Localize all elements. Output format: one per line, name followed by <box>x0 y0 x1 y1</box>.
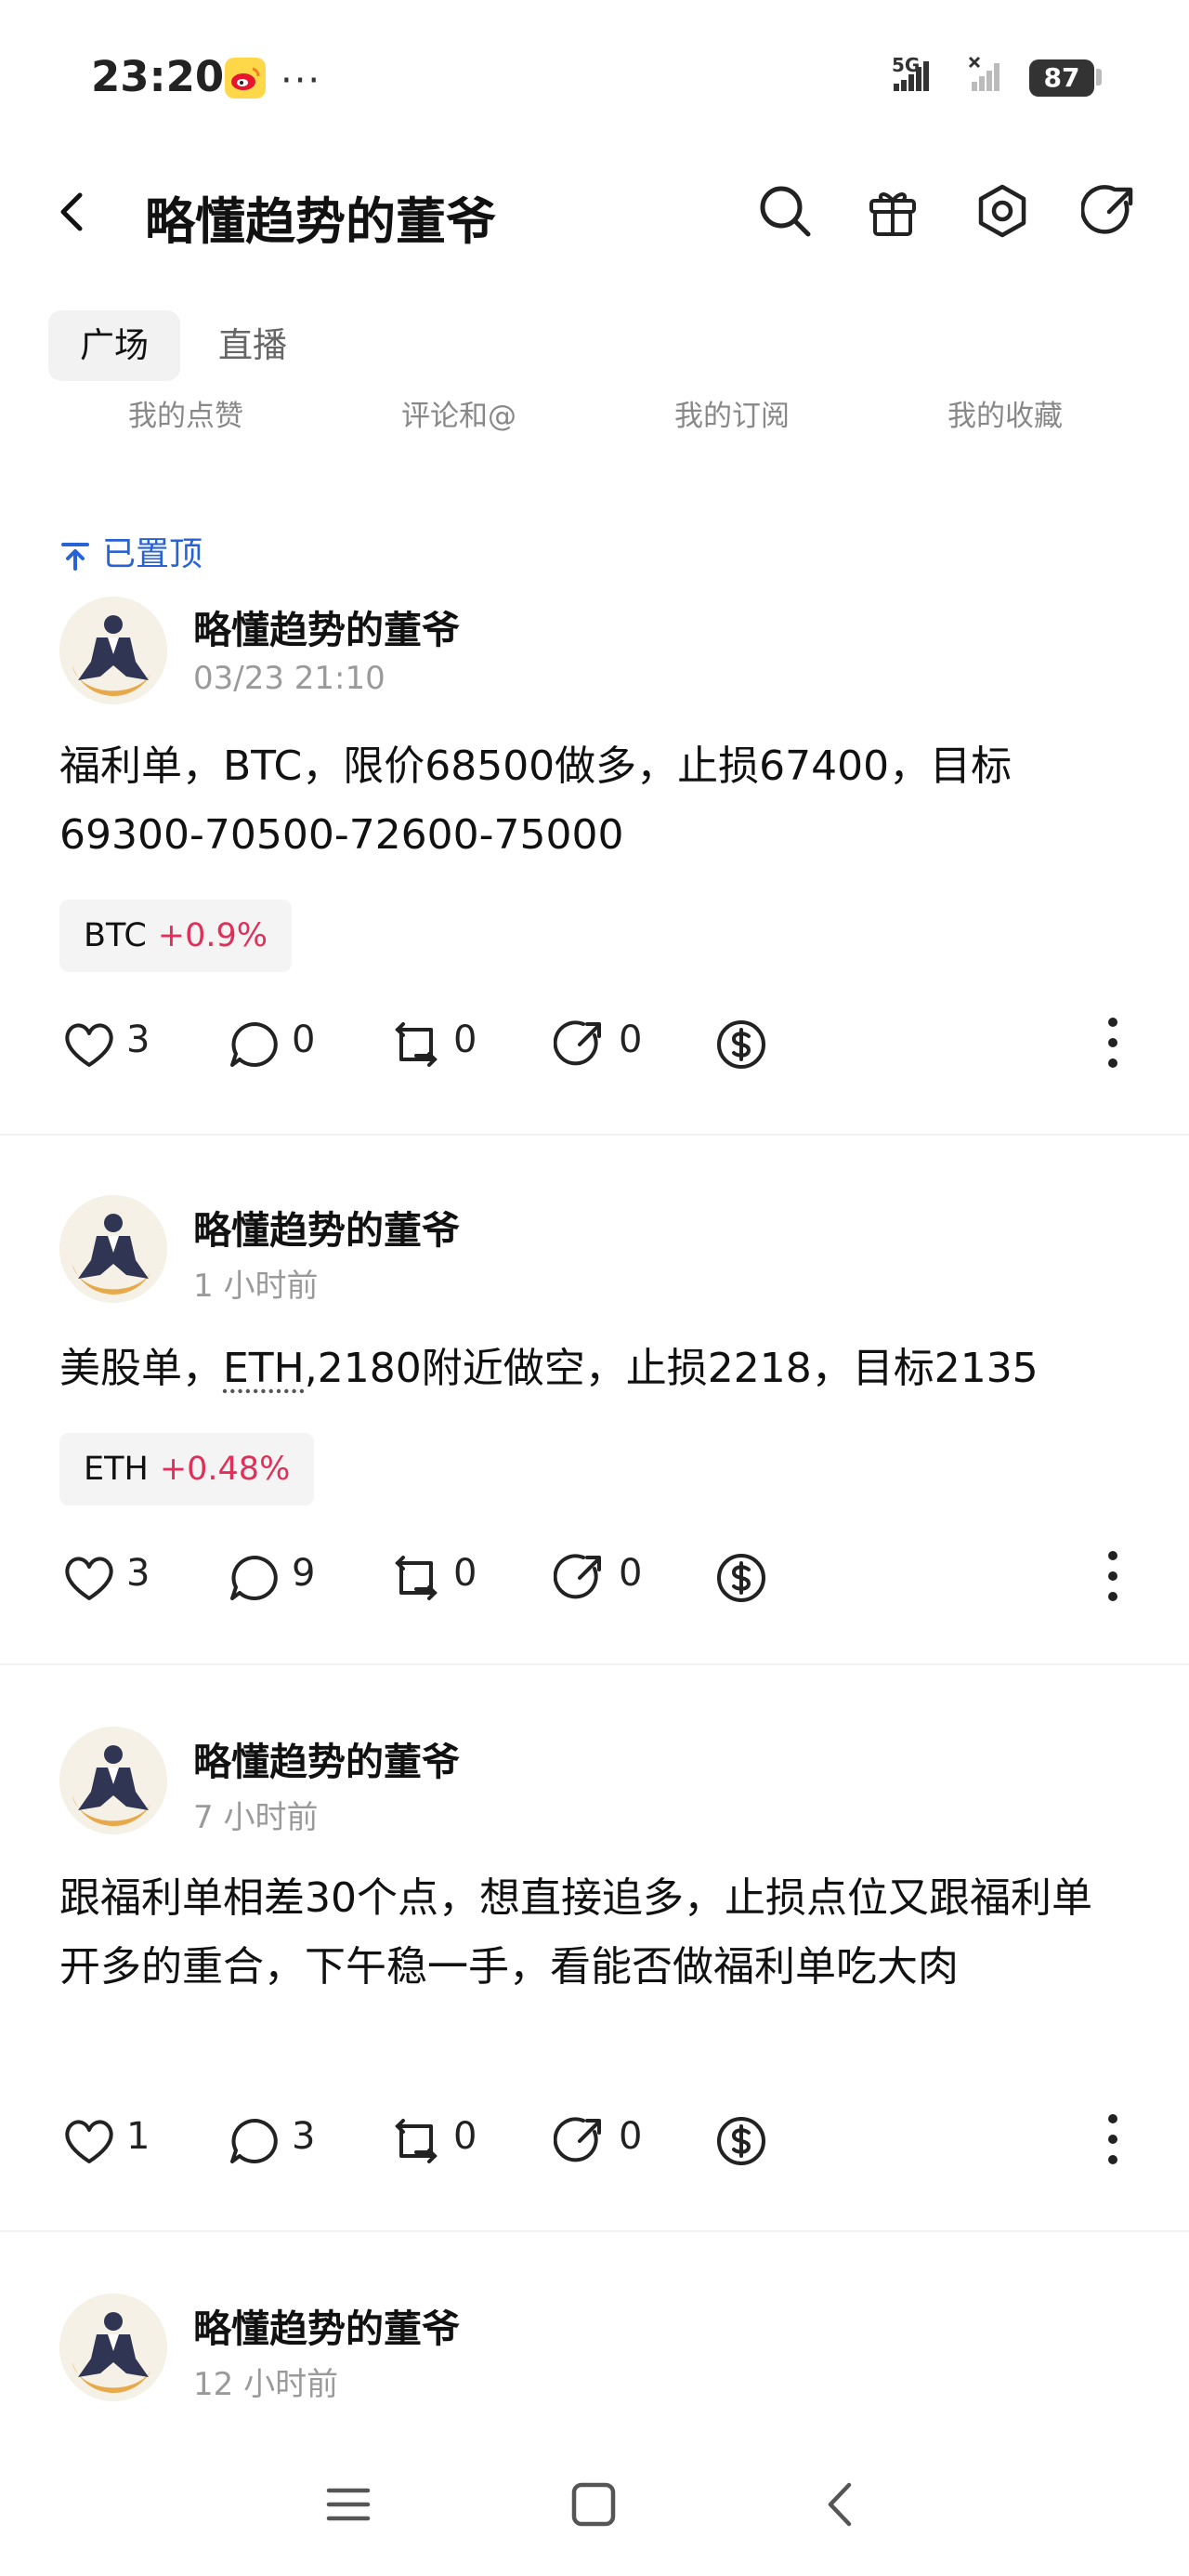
share-icon <box>554 2117 601 2162</box>
more-notifications-icon: ··· <box>281 59 322 102</box>
divider <box>0 2230 1189 2232</box>
author-name[interactable]: 略懂趋势的董爷 <box>193 1730 460 1786</box>
like-count: 1 <box>126 2115 150 2158</box>
like-count: 3 <box>126 1552 150 1595</box>
repost-icon <box>395 2119 438 2163</box>
system-nav-bar <box>0 2453 1189 2556</box>
tab-square[interactable]: 广场 <box>48 310 180 381</box>
menu-button[interactable] <box>325 2481 372 2528</box>
system-back-button[interactable] <box>821 2481 858 2528</box>
tag-symbol: ETH <box>84 1451 149 1488</box>
repost-count: 0 <box>453 1019 477 1061</box>
coin-tag-eth[interactable]: ETH +0.48% <box>59 1433 315 1505</box>
pin-top-icon <box>61 543 89 571</box>
battery-level: 87 <box>1029 59 1094 97</box>
tag-symbol: BTC <box>84 917 147 954</box>
comment-count: 3 <box>292 2115 316 2158</box>
repost-count: 0 <box>453 2115 477 2158</box>
status-time: 23:20 <box>91 52 225 101</box>
share-icon <box>1081 185 1133 234</box>
home-square-icon <box>571 2482 616 2527</box>
search-button[interactable] <box>756 182 814 240</box>
divider <box>0 1134 1189 1136</box>
nav-my-subscriptions[interactable]: 我的订阅 <box>621 392 843 434</box>
nav-my-likes[interactable]: 我的点赞 <box>74 392 297 434</box>
dollar-coin-icon <box>717 2117 765 2165</box>
author-name[interactable]: 略懂趋势的董爷 <box>193 2297 460 2353</box>
settings-hexagon-icon <box>978 184 1026 238</box>
signal-no-service-icon <box>966 54 1018 99</box>
more-options-button[interactable] <box>1105 1548 1120 1604</box>
search-icon <box>760 186 811 237</box>
menu-icon <box>326 2488 371 2521</box>
share-count: 0 <box>619 1019 643 1061</box>
heart-icon <box>65 1023 113 1067</box>
post-time: 12 小时前 <box>193 2366 339 2403</box>
comment-icon <box>230 1556 278 1600</box>
avatar[interactable] <box>59 2293 167 2401</box>
tab-live[interactable]: 直播 <box>197 310 308 381</box>
more-vertical-icon <box>1108 1551 1117 1601</box>
post-actions: 3 0 0 0 <box>0 1011 1189 1076</box>
dollar-coin-icon <box>717 1554 765 1602</box>
content-text: ,2180附近做空，止损2218，目标2135 <box>304 1345 1039 1392</box>
heart-icon <box>65 2120 113 2163</box>
back-button[interactable] <box>52 186 93 238</box>
post-content[interactable]: 跟福利单相差30个点，想直接追多，止损点位又跟福利单开多的重合，下午稳一手，看能… <box>59 1864 1128 2002</box>
back-triangle-icon <box>828 2482 852 2527</box>
more-vertical-icon <box>1108 1018 1117 1068</box>
share-count: 0 <box>619 1552 643 1595</box>
repost-count: 0 <box>453 1552 477 1595</box>
avatar[interactable] <box>59 1727 167 1834</box>
post-content[interactable]: 福利单，BTC，限价68500做多，止损67400，目标69300-70500-… <box>59 732 1128 870</box>
share-count: 0 <box>619 2115 643 2158</box>
author-name[interactable]: 略懂趋势的董爷 <box>193 598 460 654</box>
tag-change: +0.48% <box>159 1451 291 1488</box>
battery-tip <box>1096 69 1102 85</box>
dollar-coin-icon <box>717 1020 765 1069</box>
weibo-app-icon <box>225 58 266 99</box>
signal-strength-icon <box>894 54 959 99</box>
app-header: 略懂趋势的董爷 <box>0 167 1189 251</box>
comment-count: 0 <box>292 1019 316 1061</box>
settings-button[interactable] <box>973 182 1031 240</box>
nav-comments-mentions[interactable]: 评论和@ <box>347 392 570 434</box>
share-button[interactable] <box>1081 182 1139 240</box>
more-options-button[interactable] <box>1105 2111 1120 2167</box>
page-title: 略懂趋势的董爷 <box>145 192 496 251</box>
status-bar: 23:20 ··· 5G 87 <box>0 0 1189 139</box>
repost-icon <box>395 1556 438 1600</box>
comment-icon <box>230 2119 278 2163</box>
gift-button[interactable] <box>864 182 921 240</box>
avatar[interactable] <box>59 597 167 704</box>
avatar[interactable] <box>59 1195 167 1303</box>
divider <box>0 1663 1189 1665</box>
more-options-button[interactable] <box>1105 1015 1120 1071</box>
post-time: 03/23 21:10 <box>193 660 385 697</box>
like-count: 3 <box>126 1019 150 1061</box>
content-text: 美股单， <box>59 1345 223 1392</box>
author-name[interactable]: 略懂趋势的董爷 <box>193 1199 460 1255</box>
home-button[interactable] <box>570 2481 617 2528</box>
comment-icon <box>230 1022 278 1067</box>
share-icon <box>554 1554 601 1599</box>
more-vertical-icon <box>1108 2114 1117 2164</box>
heart-icon <box>65 1557 113 1600</box>
post-time: 1 小时前 <box>193 1268 319 1305</box>
symbol-link[interactable]: ETH <box>223 1345 305 1392</box>
post-content[interactable]: 美股单，ETH,2180附近做空，止损2218，目标2135 <box>59 1334 1128 1403</box>
comment-count: 9 <box>292 1552 316 1595</box>
coin-tag-btc[interactable]: BTC +0.9% <box>59 900 293 972</box>
share-icon <box>554 1020 601 1066</box>
post-time: 7 小时前 <box>193 1799 319 1836</box>
repost-icon <box>395 1022 438 1067</box>
nav-my-favorites[interactable]: 我的收藏 <box>894 392 1117 434</box>
tag-change: +0.9% <box>157 917 268 954</box>
post-actions: 1 3 0 0 <box>0 2108 1189 2173</box>
gift-icon <box>869 192 916 236</box>
post-actions: 3 9 0 0 <box>0 1544 1189 1610</box>
